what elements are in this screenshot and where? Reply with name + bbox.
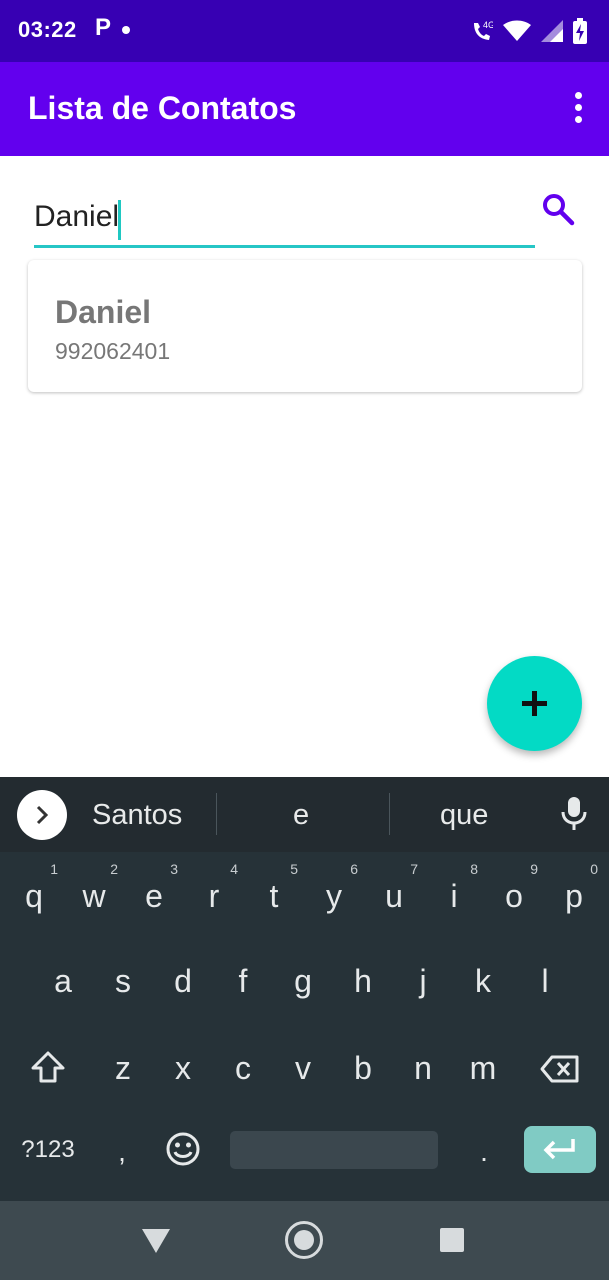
key-i[interactable]: i8: [434, 862, 478, 912]
emoji-icon[interactable]: [165, 1131, 201, 1167]
key-e[interactable]: e3: [134, 862, 178, 912]
notification-p-icon: P: [95, 14, 112, 41]
contact-card[interactable]: Daniel 992062401: [28, 260, 582, 392]
search-input[interactable]: [34, 196, 535, 248]
chevron-right-icon[interactable]: [17, 790, 67, 840]
key-l[interactable]: l: [525, 965, 565, 997]
contact-name: Daniel: [55, 294, 152, 330]
more-vert-icon[interactable]: [569, 92, 587, 128]
status-bar: 03:22 P 4G: [0, 0, 609, 62]
key-k[interactable]: k: [463, 965, 503, 997]
key-o[interactable]: o9: [494, 862, 538, 912]
key-n[interactable]: n: [403, 1052, 443, 1084]
symbols-key[interactable]: ?123: [18, 1138, 78, 1162]
key-z[interactable]: z: [103, 1052, 143, 1084]
back-icon[interactable]: [142, 1229, 170, 1253]
soft-keyboard: Santos e que q1 w2 e3 r4 t5 y6 u7 i8 o9 …: [0, 777, 609, 1201]
search-icon[interactable]: [541, 192, 581, 232]
key-v[interactable]: v: [283, 1052, 323, 1084]
suggestion-2[interactable]: e: [293, 799, 309, 832]
svg-text:4G: 4G: [483, 20, 493, 30]
signal-icon: [541, 20, 563, 42]
suggestion-divider: [389, 793, 390, 835]
key-y[interactable]: y6: [314, 862, 358, 912]
key-comma[interactable]: ,: [110, 1138, 134, 1166]
enter-button[interactable]: [524, 1126, 596, 1173]
key-g[interactable]: g: [283, 965, 323, 997]
home-icon[interactable]: [285, 1221, 323, 1259]
key-j[interactable]: j: [403, 965, 443, 997]
key-w[interactable]: w2: [74, 862, 118, 912]
text-cursor: [118, 200, 121, 240]
microphone-icon[interactable]: [560, 795, 588, 833]
suggestion-divider: [216, 793, 217, 835]
key-s[interactable]: s: [103, 965, 143, 997]
key-period[interactable]: .: [474, 1138, 494, 1166]
app-title: Lista de Contatos: [28, 90, 297, 126]
key-p[interactable]: p0: [554, 862, 598, 912]
suggestion-3[interactable]: que: [440, 799, 488, 832]
key-a[interactable]: a: [43, 965, 83, 997]
key-m[interactable]: m: [463, 1052, 503, 1084]
key-d[interactable]: d: [163, 965, 203, 997]
key-h[interactable]: h: [343, 965, 383, 997]
app-bar: Lista de Contatos: [0, 62, 609, 156]
contact-phone: 992062401: [55, 338, 171, 364]
key-f[interactable]: f: [223, 965, 263, 997]
wifi-icon: [503, 20, 531, 41]
wifi-calling-4g-icon: 4G: [474, 20, 493, 40]
key-r[interactable]: r4: [194, 862, 238, 912]
add-contact-button[interactable]: [487, 656, 582, 751]
status-time: 03:22: [18, 17, 77, 42]
key-t[interactable]: t5: [254, 862, 298, 912]
key-b[interactable]: b: [343, 1052, 383, 1084]
status-icons: 4G: [471, 16, 587, 46]
enter-icon: [543, 1139, 575, 1160]
key-c[interactable]: c: [223, 1052, 263, 1084]
recent-apps-icon[interactable]: [440, 1228, 464, 1252]
notification-dot-icon: [122, 26, 130, 34]
plus-icon: [522, 691, 547, 716]
suggestion-1[interactable]: Santos: [92, 799, 182, 832]
suggestion-bar: Santos e que: [0, 777, 609, 852]
battery-charging-icon: [573, 18, 587, 44]
key-x[interactable]: x: [163, 1052, 203, 1084]
spacebar[interactable]: [230, 1131, 438, 1169]
backspace-icon[interactable]: [540, 1054, 580, 1084]
key-u[interactable]: u7: [374, 862, 418, 912]
shift-icon[interactable]: [30, 1050, 66, 1084]
navigation-bar: [0, 1201, 609, 1280]
key-q[interactable]: q1: [14, 862, 58, 912]
